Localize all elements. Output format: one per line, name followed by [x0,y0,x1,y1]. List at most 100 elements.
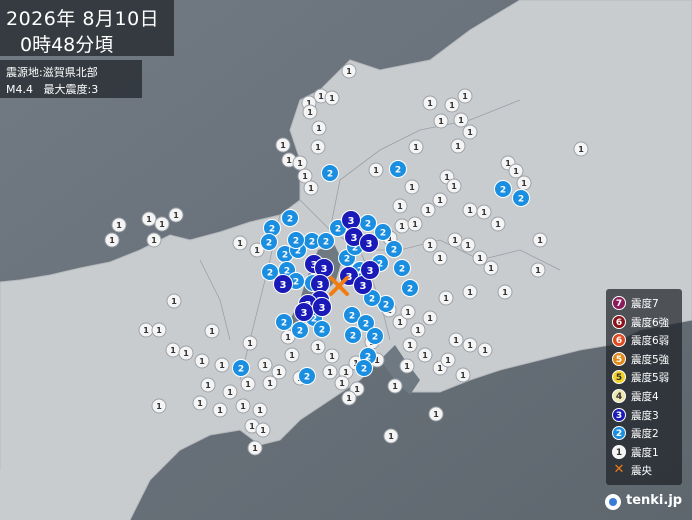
intensity-2-marker: 2 [355,359,373,377]
svg-text:1: 1 [388,432,394,441]
svg-text:1: 1 [405,308,411,317]
intensity-1-marker: 1 [324,348,340,364]
svg-text:2: 2 [363,319,369,329]
intensity-1-marker: 1 [240,376,256,392]
svg-text:1: 1 [427,314,433,323]
intensity-1-marker: 1 [472,250,488,266]
svg-text:1: 1 [455,142,461,151]
intensity-1-marker: 1 [232,235,248,251]
intensity-1-marker: 1 [284,347,300,363]
intensity-1-marker: 1 [532,232,548,248]
intensity-1-marker: 1 [252,402,268,418]
svg-text:1: 1 [346,67,352,76]
svg-text:1: 1 [297,159,303,168]
intensity-1-marker: 1 [404,179,420,195]
svg-text:1: 1 [252,444,258,453]
svg-text:1: 1 [257,406,263,415]
intensity-2-marker: 2 [359,214,377,232]
intensity-2-marker: 2 [275,313,293,331]
svg-text:2: 2 [349,311,355,321]
svg-text:2: 2 [350,331,356,341]
legend-item: 3 震度3 [612,407,682,425]
intensity-1-marker: 1 [104,232,120,248]
intensity-1-marker: 1 [433,113,449,129]
intensity-1-marker: 1 [151,322,167,338]
svg-text:1: 1 [308,184,314,193]
svg-text:2: 2 [380,228,386,238]
intensity-1-marker: 1 [204,323,220,339]
intensity-2-marker: 2 [287,231,305,249]
svg-text:1: 1 [219,361,225,370]
svg-text:1: 1 [240,402,246,411]
legend-label: 震度6弱 [631,335,670,348]
svg-text:2: 2 [282,250,288,260]
intensity-1-marker: 1 [165,342,181,358]
svg-text:2: 2 [383,300,389,310]
svg-text:2: 2 [391,245,397,255]
svg-text:1: 1 [285,333,291,342]
intensity-1-marker: 1 [446,178,462,194]
svg-text:1: 1 [481,208,487,217]
svg-text:3: 3 [351,233,358,244]
credit: tenki.jp [604,489,688,515]
intensity-2-marker: 2 [366,327,384,345]
epicenter-label: 震源地:滋賀県北部 [6,66,98,79]
intensity-1-marker: 1 [168,207,184,223]
intensity-1-marker: 1 [292,155,308,171]
legend-item: 4 震度4 [612,388,682,406]
intensity-1-marker: 1 [200,377,216,393]
svg-text:1: 1 [437,254,443,263]
svg-text:1: 1 [346,394,352,403]
svg-text:1: 1 [465,241,471,250]
max-intensity-value: 最大震度:3 [43,83,99,96]
intensity-1-marker: 1 [212,402,228,418]
svg-text:1: 1 [409,183,415,192]
legend-label: 震度2 [631,428,659,441]
intensity-1-marker: 1 [516,175,532,191]
intensity-1-marker: 1 [166,293,182,309]
intensity-1-marker: 1 [214,357,230,373]
svg-text:1: 1 [209,327,215,336]
svg-text:1: 1 [422,351,428,360]
svg-text:1: 1 [399,222,405,231]
intensity-3-marker: 3 [341,210,361,230]
intensity-1-marker: 1 [310,139,326,155]
intensity-1-marker: 1 [322,364,338,380]
svg-text:3: 3 [301,308,308,319]
intensity-1-marker: 1 [247,440,263,456]
svg-text:1: 1 [467,128,473,137]
svg-text:1: 1 [109,236,115,245]
svg-text:1: 1 [467,341,473,350]
svg-text:3: 3 [348,216,355,227]
intensity-1-marker: 1 [497,284,513,300]
intensity-2-marker: 2 [393,259,411,277]
intensity-1-marker: 1 [222,384,238,400]
intensity-2-marker: 2 [389,160,407,178]
svg-text:1: 1 [453,336,459,345]
intensity-1-marker: 1 [508,163,524,179]
svg-text:1: 1 [460,371,466,380]
intensity-1-marker: 1 [399,358,415,374]
event-date: 2026年 8月10日 [6,8,160,30]
intensity-1-marker: 1 [462,124,478,140]
svg-text:1: 1 [197,399,203,408]
svg-text:1: 1 [289,351,295,360]
svg-text:3: 3 [366,239,373,250]
legend-badge: 5 [612,351,626,366]
legend-badge: 6 [612,333,626,348]
intensity-1-marker: 1 [453,112,469,128]
svg-text:1: 1 [449,101,455,110]
svg-text:1: 1 [254,246,260,255]
svg-text:2: 2 [323,237,329,247]
legend-item: 6 震度6弱 [612,332,682,350]
svg-text:1: 1 [315,143,321,152]
svg-text:1: 1 [578,145,584,154]
intensity-legend: 7 震度7 6 震度6強 6 震度6弱 5 震度5強 5 震度5弱 4 震度4 3 震度3 2 震度2 1 震度1… [606,289,682,485]
legend-badge: 1 [612,444,626,459]
intensity-1-marker: 1 [408,139,424,155]
svg-text:1: 1 [521,179,527,188]
svg-text:1: 1 [170,346,176,355]
svg-text:2: 2 [297,326,303,336]
svg-text:1: 1 [425,206,431,215]
svg-text:2: 2 [518,194,524,204]
